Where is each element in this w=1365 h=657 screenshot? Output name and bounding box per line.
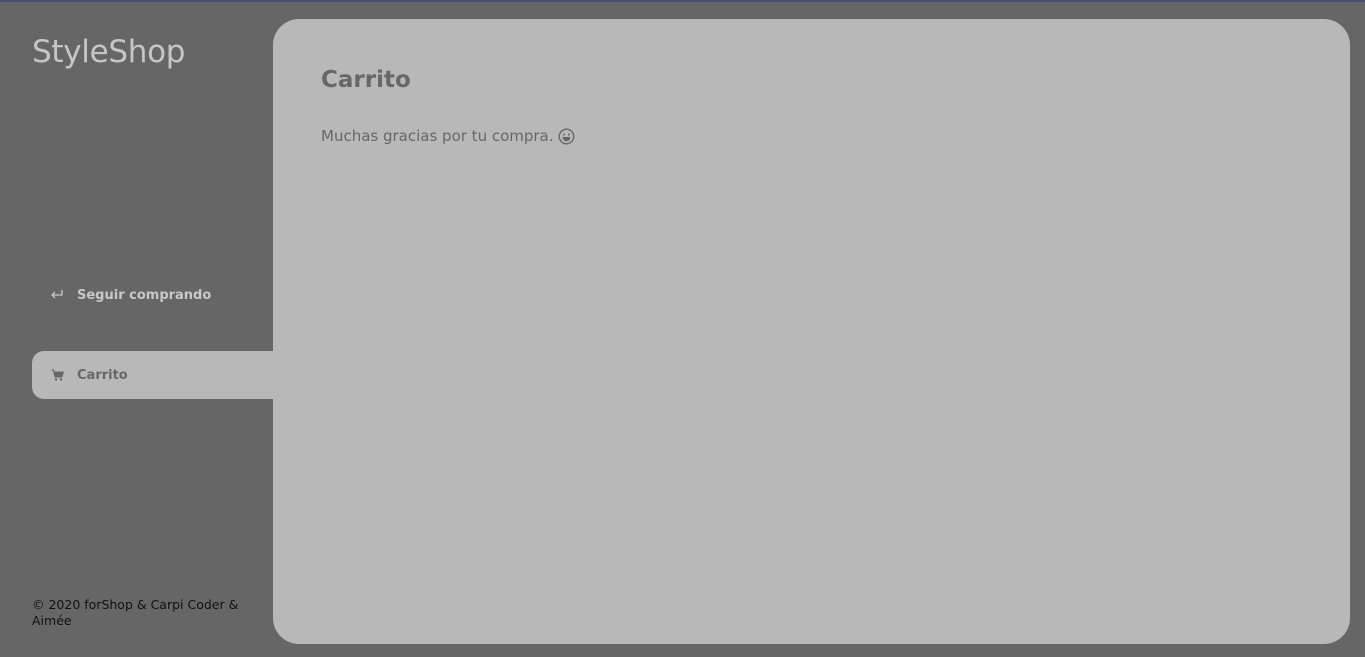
- main-panel: Carrito Muchas gracias por tu compra.: [273, 19, 1350, 644]
- return-arrow-icon: [49, 287, 65, 303]
- sidebar-item-seguir-comprando[interactable]: Seguir comprando: [32, 271, 273, 319]
- grinning-face-icon: [558, 127, 575, 145]
- sidebar-item-label: Carrito: [77, 367, 128, 383]
- thank-you-message: Muchas gracias por tu compra.: [321, 127, 575, 145]
- message-text: Muchas gracias por tu compra.: [321, 127, 554, 145]
- sidebar: StyleShop Seguir comprando Carrito © 202…: [0, 0, 273, 657]
- brand-logo[interactable]: StyleShop: [32, 34, 185, 70]
- sidebar-item-label: Seguir comprando: [77, 287, 212, 303]
- page-title: Carrito: [321, 67, 411, 93]
- cart-icon: [49, 367, 65, 383]
- footer-copyright: © 2020 forShop & Carpi Coder & Aimée: [32, 597, 239, 628]
- sidebar-item-carrito[interactable]: Carrito: [32, 351, 273, 399]
